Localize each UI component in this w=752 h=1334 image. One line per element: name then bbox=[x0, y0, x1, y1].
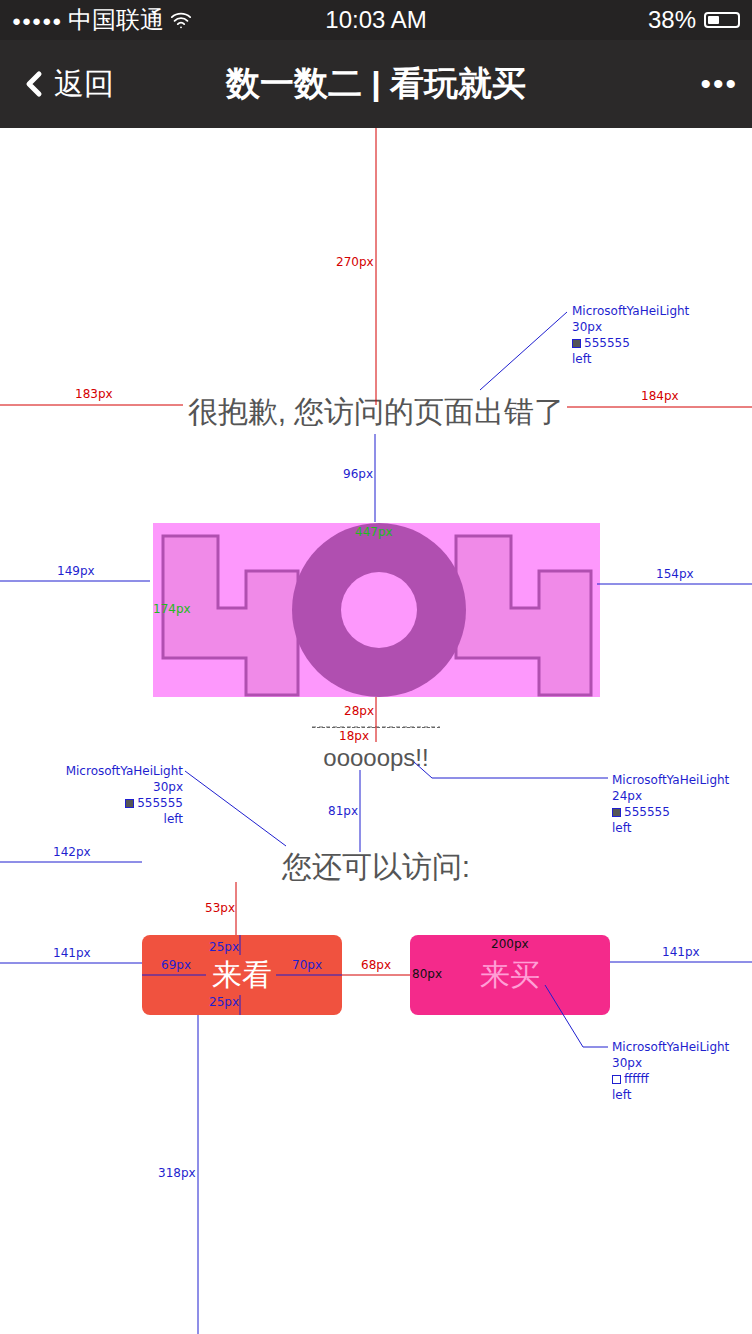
nav-bar: 返回数一数二 | 看玩就买••• bbox=[0, 40, 752, 128]
dimension-label: 68px bbox=[361, 957, 391, 973]
dimension-label: 25px bbox=[209, 994, 239, 1010]
dimension-label: 174px bbox=[153, 601, 191, 617]
dimension-label: 96px bbox=[343, 466, 373, 482]
clock: 10:03 AM bbox=[325, 6, 426, 34]
battery-icon bbox=[704, 12, 740, 28]
font-spec-note: MicrosoftYaHeiLight24px555555left bbox=[612, 772, 752, 836]
dimension-label: 318px bbox=[158, 1165, 196, 1181]
battery-percent: 38% bbox=[648, 6, 696, 34]
dimension-label: 81px bbox=[328, 803, 358, 819]
dimension-label: 183px bbox=[75, 386, 113, 402]
status-bar: ●●●●● 中国联通 10:03 AM 38% bbox=[0, 0, 752, 40]
dimension-label: 270px bbox=[336, 254, 374, 270]
annotation-lines bbox=[0, 0, 752, 1334]
dimension-label: 447px bbox=[355, 524, 393, 540]
more-button[interactable]: ••• bbox=[588, 67, 738, 101]
dimension-label: 141px bbox=[53, 945, 91, 961]
hint-text: 您还可以访问: bbox=[282, 847, 470, 887]
back-button[interactable]: 返回 bbox=[14, 64, 164, 105]
wifi-icon bbox=[170, 9, 192, 31]
color-swatch bbox=[612, 1075, 621, 1084]
error-page: ●●●●● 中国联通 10:03 AM 38% 返回数一数二 | 看玩就买••• 很抱歉,… bbox=[0, 0, 752, 1334]
dimension-label: 142px bbox=[53, 844, 91, 860]
carrier: 中国联通 bbox=[68, 4, 164, 36]
font-spec-note: MicrosoftYaHeiLight30px555555left bbox=[572, 303, 722, 367]
font-spec-note: MicrosoftYaHeiLight30px555555left bbox=[40, 763, 183, 827]
error-title: 很抱歉, 您访问的页面出错了 bbox=[188, 392, 565, 432]
dimension-label: 141px bbox=[662, 944, 700, 960]
error-404-illustration bbox=[153, 523, 600, 697]
color-swatch bbox=[612, 808, 621, 817]
nav-title: 数一数二 | 看玩就买 bbox=[164, 61, 588, 107]
dimension-label: 70px bbox=[292, 957, 322, 973]
dimension-label: 80px bbox=[412, 966, 442, 982]
dimension-label: 200px bbox=[491, 936, 529, 952]
color-swatch bbox=[125, 799, 134, 808]
dashed-divider bbox=[312, 727, 440, 728]
color-swatch bbox=[572, 339, 581, 348]
dimension-label: 25px bbox=[209, 939, 239, 955]
dimension-label: 69px bbox=[161, 957, 191, 973]
signal-icon: ●●●●● bbox=[12, 12, 62, 29]
dimension-label: 28px bbox=[344, 703, 374, 719]
dimension-label: 154px bbox=[656, 566, 694, 582]
dimension-label: 53px bbox=[205, 900, 235, 916]
action-button[interactable]: 来看 bbox=[142, 935, 342, 1015]
dimension-label: 18px bbox=[339, 728, 369, 744]
oops-text: ooooops!! bbox=[323, 743, 428, 773]
dimension-label: 184px bbox=[641, 388, 679, 404]
font-spec-note: MicrosoftYaHeiLight30pxffffffleft bbox=[612, 1039, 752, 1103]
chevron-left-icon bbox=[14, 64, 54, 104]
dimension-label: 149px bbox=[57, 563, 95, 579]
